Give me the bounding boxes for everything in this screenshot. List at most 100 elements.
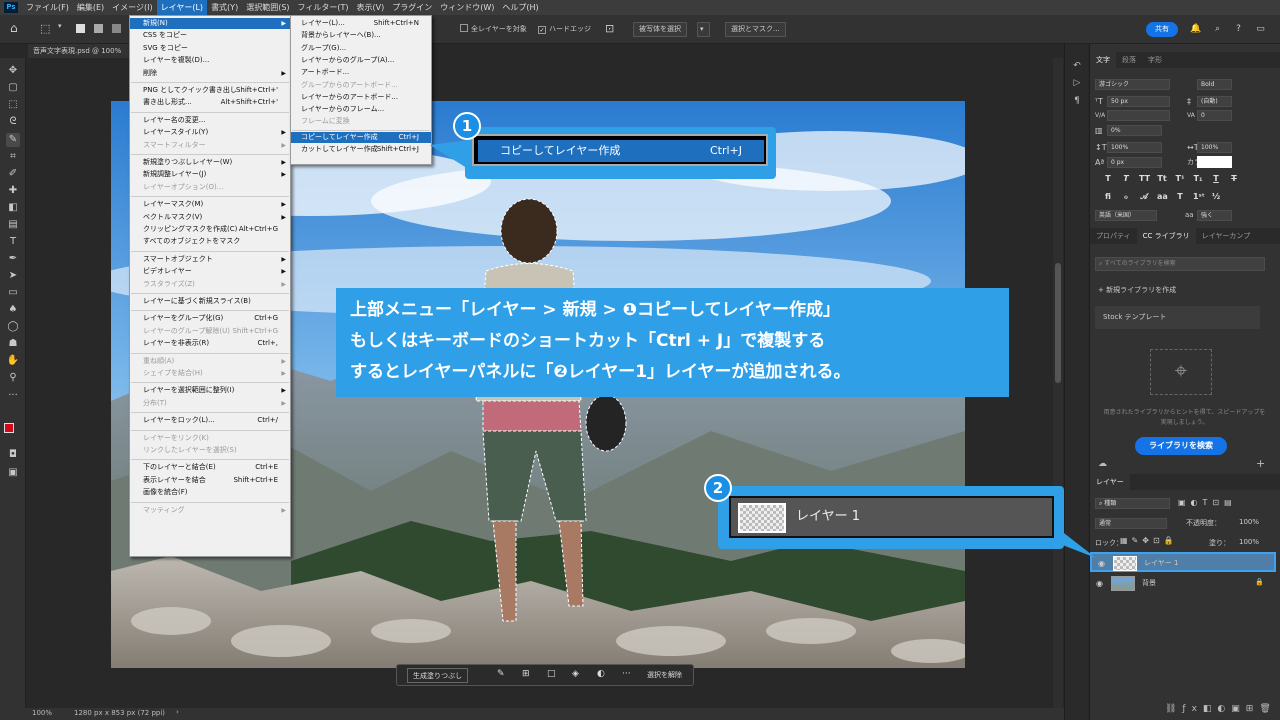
menu-plugins[interactable]: プラグイン <box>388 0 436 15</box>
artboard-tool-icon[interactable]: ▢ <box>6 81 20 95</box>
tab-glyphs[interactable]: 字形 <box>1142 52 1168 68</box>
menu-help[interactable]: ヘルプ(H) <box>498 0 542 15</box>
layer-menu-item[interactable]: 新規調整レイヤー(J) ▶ <box>130 169 290 180</box>
layer-menu-item[interactable]: レイヤースタイル(Y) ▶ <box>130 127 290 138</box>
layer-row-background[interactable]: ◉ 背景 🔒 <box>1090 574 1276 594</box>
tab-cc-libraries[interactable]: CC ライブラリ <box>1136 228 1196 244</box>
menu-file[interactable]: ファイル(F) <box>22 0 73 15</box>
healing-brush-tool-icon[interactable]: ✚ <box>6 184 20 198</box>
select-and-mask-button[interactable]: 選択とマスク... <box>725 22 786 37</box>
quick-selection-tool-icon[interactable]: ✎ <box>6 133 20 147</box>
tab-character[interactable]: 文字 <box>1090 52 1116 68</box>
layer-menu-item[interactable]: レイヤーマスク(M) ▶ <box>130 199 290 210</box>
quick-selection-tool-icon[interactable]: ⬚ <box>40 22 50 35</box>
layer-name[interactable]: 背景 <box>1142 574 1156 592</box>
layer-name[interactable]: レイヤー 1 <box>1144 554 1178 572</box>
library-search-input[interactable]: ⌕ すべてのライブラリを検索 <box>1095 257 1265 271</box>
layer-menu-item[interactable]: レイヤー名の変更... <box>130 115 290 126</box>
search-icon[interactable]: ⌕ <box>1212 24 1223 35</box>
tab-layer-comps[interactable]: レイヤーカンプ <box>1196 228 1257 244</box>
generative-fill-button[interactable]: 生成塗りつぶし <box>407 668 469 683</box>
marquee-tool-icon[interactable]: ⬚ <box>6 98 20 112</box>
new-submenu-item[interactable]: グループ(G)... <box>291 43 431 54</box>
fill-value[interactable]: 100% <box>1239 538 1259 546</box>
fractions-icon[interactable]: ½ <box>1211 192 1221 202</box>
tab-paragraph[interactable]: 段落 <box>1116 52 1142 68</box>
menu-view[interactable]: 表示(V) <box>353 0 389 15</box>
faux-bold-icon[interactable]: T <box>1103 174 1113 184</box>
menu-select[interactable]: 選択範囲(S) <box>242 0 293 15</box>
rectangle-tool-icon[interactable]: ▭ <box>6 286 20 300</box>
new-submenu-item[interactable]: レイヤーからのフレーム... <box>291 104 431 115</box>
horizontal-scale-input[interactable]: 100% <box>1197 142 1232 153</box>
stylistic-alt-icon[interactable]: aa <box>1157 192 1168 202</box>
layer-menu-item[interactable]: クリッピングマスクを作成(C) Alt+Ctrl+G <box>130 224 290 235</box>
layer-menu-item[interactable]: すべてのオブジェクトをマスク <box>130 236 290 247</box>
pen-tool-icon[interactable]: ✒ <box>6 252 20 266</box>
more-options-icon[interactable]: ··· <box>622 669 631 679</box>
invert-selection-icon[interactable]: ⊞ <box>522 669 530 679</box>
visibility-eye-icon[interactable]: ◉ <box>1098 559 1105 568</box>
lock-icons[interactable]: ▦✎✥⊡🔒 <box>1120 536 1178 545</box>
layer-menu-item[interactable]: ビデオレイヤー ▶ <box>130 266 290 277</box>
add-icon[interactable]: + <box>1256 457 1265 470</box>
menu-image[interactable]: イメージ(I) <box>108 0 156 15</box>
layer-menu-item[interactable]: CSS をコピー <box>130 30 290 41</box>
new-submenu-item[interactable]: レイヤーからのアートボード... <box>291 92 431 103</box>
screen-mode-icon[interactable]: ▣ <box>6 466 20 480</box>
strikethrough-icon[interactable]: T <box>1229 174 1239 184</box>
status-arrow-icon[interactable]: › <box>176 708 179 716</box>
new-library-button[interactable]: + 新規ライブラリを作成 <box>1098 285 1176 296</box>
layer-menu-item[interactable]: レイヤーを非表示(R) Ctrl+, <box>130 338 290 349</box>
tracking-input[interactable]: 0 <box>1197 110 1232 121</box>
photoshop-logo-icon[interactable]: Ps <box>4 2 18 13</box>
layer-filter-select[interactable]: ⌕ 種類 <box>1095 498 1170 509</box>
layer-menu-item[interactable]: レイヤーを選択範囲に整列(I) ▶ <box>130 385 290 396</box>
more-tools-icon[interactable]: ··· <box>6 389 20 403</box>
font-family-select[interactable]: 游ゴシック <box>1095 79 1170 90</box>
notifications-icon[interactable]: 🔔 <box>1190 24 1201 35</box>
superscript-icon[interactable]: T¹ <box>1175 174 1185 184</box>
layer-menu-item[interactable]: レイヤーを複製(D)... <box>130 55 290 66</box>
layer-row-layer1[interactable]: ◉ レイヤー 1 <box>1090 552 1276 572</box>
modify-selection-icon[interactable]: ✎ <box>497 669 505 679</box>
search-library-button[interactable]: ライブラリを検索 <box>1135 437 1227 455</box>
menu-type[interactable]: 書式(Y) <box>207 0 242 15</box>
home-icon[interactable]: ⌂ <box>10 21 18 35</box>
layers-footer-icons[interactable]: ⛓ƒx◧◐▣⊞🗑 <box>1165 704 1277 714</box>
scrollbar-thumb[interactable] <box>1055 263 1061 383</box>
font-size-input[interactable]: 50 px <box>1107 96 1170 107</box>
baseline-shift-input[interactable]: 0 px <box>1107 157 1162 168</box>
menu-layer[interactable]: レイヤー(L) <box>156 0 208 15</box>
zoom-tool-icon[interactable]: ⚲ <box>6 371 20 385</box>
menu-window[interactable]: ウィンドウ(W) <box>436 0 498 15</box>
visibility-eye-icon[interactable]: ◉ <box>1096 579 1103 588</box>
old-style-icon[interactable]: ℴ <box>1121 192 1131 202</box>
dodge-tool-icon[interactable]: ☗ <box>6 337 20 351</box>
layer-menu-item[interactable]: SVG をコピー <box>130 43 290 54</box>
brush-tool-icon[interactable]: ♠ <box>6 303 20 317</box>
layer-menu-item[interactable]: 書き出し形式... Alt+Shift+Ctrl+' <box>130 97 290 108</box>
language-select[interactable]: 英語（米国） <box>1095 210 1157 221</box>
kerning-input[interactable] <box>1107 110 1170 121</box>
subscript-icon[interactable]: T₁ <box>1193 174 1203 184</box>
layer-menu-item[interactable]: 削除 ▶ <box>130 68 290 79</box>
new-submenu-item[interactable]: 背景からレイヤーへ(B)... <box>291 30 431 41</box>
new-selection-icon[interactable] <box>76 24 85 33</box>
layer-menu-item[interactable]: 新規(N) ▶ <box>130 18 290 29</box>
menu-edit[interactable]: 編集(E) <box>73 0 108 15</box>
type-tool-icon[interactable]: T <box>6 235 20 249</box>
swash-icon[interactable]: 𝒜 <box>1139 192 1149 202</box>
eraser-tool-icon[interactable]: ◧ <box>6 201 20 215</box>
gradient-tool-icon[interactable]: ▤ <box>6 218 20 232</box>
small-caps-icon[interactable]: Tt <box>1157 174 1167 184</box>
chevron-down-icon[interactable]: ▾ <box>58 22 62 30</box>
quick-mask-icon[interactable]: ◘ <box>6 448 20 462</box>
new-submenu-item[interactable]: レイヤーからのグループ(A)... <box>291 55 431 66</box>
ligature-icon[interactable]: fi <box>1103 192 1113 202</box>
layer-menu-item[interactable]: ベクトルマスク(V) ▶ <box>130 212 290 223</box>
text-color-swatch[interactable] <box>1197 156 1232 168</box>
layer-filter-icons[interactable]: ▣◐T⊡▤ <box>1178 498 1237 507</box>
underline-icon[interactable]: T <box>1211 174 1221 184</box>
eyedropper-tool-icon[interactable]: ✐ <box>6 167 20 181</box>
